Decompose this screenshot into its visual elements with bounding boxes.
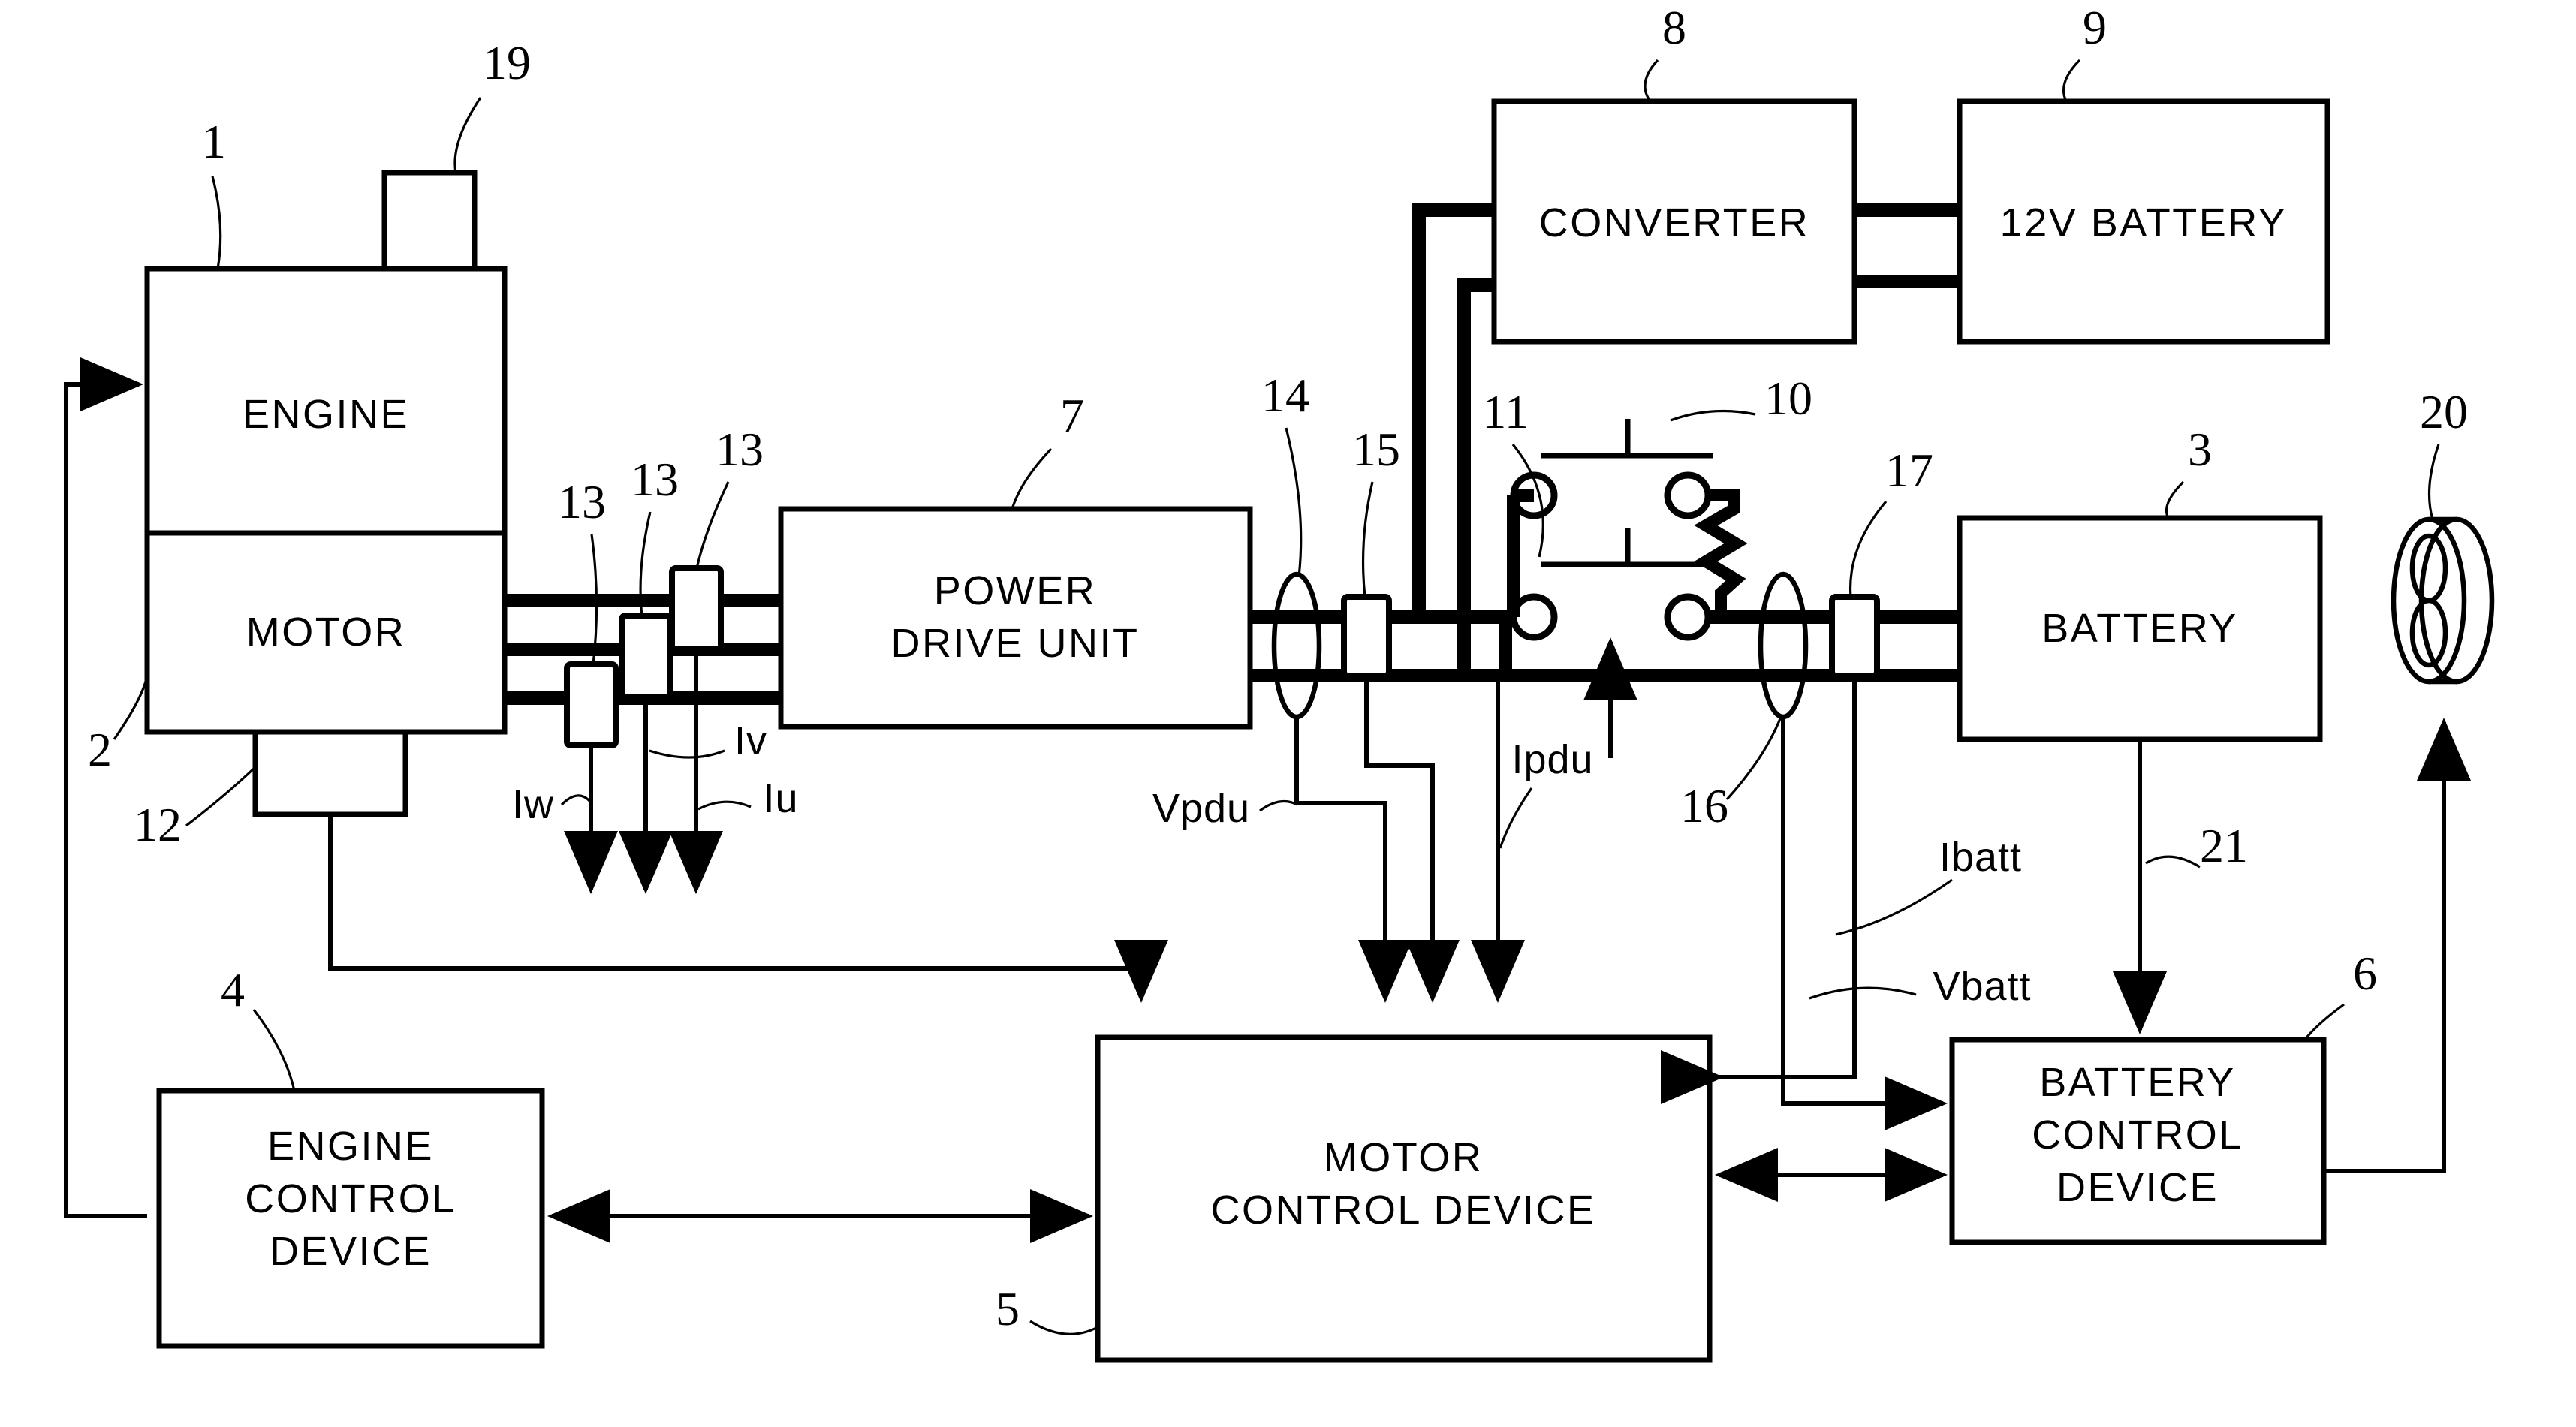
contact-terminal-upper-right	[1664, 471, 1712, 519]
label-vpdu: Vpdu	[1152, 786, 1250, 831]
ref-numeral-7: 7	[1060, 389, 1084, 442]
label-ipdu: Ipdu	[1511, 737, 1593, 782]
label-iw: Iw	[512, 782, 554, 827]
ref-numeral-20: 20	[2420, 385, 2468, 438]
ref-numeral-1: 1	[202, 115, 226, 168]
ref-numeral-4: 4	[221, 963, 245, 1016]
ibatt-signal-line	[1781, 717, 1948, 1130]
fan-drive-line	[2324, 718, 2471, 1173]
label-ibatt: Ibatt	[1939, 835, 2022, 880]
label-iv: Iv	[734, 718, 767, 763]
power-drive-unit-label-2: DRIVE UNIT	[890, 621, 1139, 666]
power-drive-unit-block	[778, 506, 1253, 730]
ref-numeral-16: 16	[1680, 779, 1728, 832]
label-vbatt: Vbatt	[1933, 964, 2031, 1009]
ref-numeral-3: 3	[2188, 423, 2212, 476]
motor-label: MOTOR	[246, 610, 406, 655]
contactor-assembly-10	[1507, 419, 1748, 641]
power-drive-unit-label-1: POWER	[934, 568, 1097, 613]
battery-voltage-sensor-17	[1829, 594, 1880, 679]
current-sensor-u-13	[669, 565, 724, 652]
current-sensor-w-13	[564, 661, 619, 748]
engine-speed-sensor-block	[381, 170, 478, 273]
engine-control-label-3: DEVICE	[270, 1229, 432, 1274]
battery-label: BATTERY	[2041, 606, 2238, 651]
current-sensor-v-13	[619, 613, 673, 700]
converter-feed-lines	[1412, 203, 1494, 676]
engine-control-label-2: CONTROL	[245, 1176, 456, 1221]
vbatt-signal-line	[1661, 676, 1857, 1104]
hybrid-vehicle-system-schematic: ENGINE MOTOR POWER DRIVE UNIT CONVERTER …	[64, 1, 2495, 1363]
ref-numeral-9: 9	[2083, 1, 2107, 54]
ref-numeral-15: 15	[1352, 423, 1400, 476]
contact-terminal-lower-right	[1664, 593, 1712, 641]
ref-numeral-13-u: 13	[716, 423, 764, 476]
pdu-current-sensor-14	[1271, 571, 1322, 720]
ref-numeral-10: 10	[1764, 372, 1812, 425]
battery-control-label-2: CONTROL	[2032, 1112, 2243, 1158]
ref-numeral-6: 6	[2353, 947, 2377, 1000]
battery-control-label-1: BATTERY	[2039, 1060, 2236, 1105]
converter-label: CONVERTER	[1539, 200, 1810, 245]
ref-numeral-19: 19	[483, 36, 531, 89]
ref-numeral-17: 17	[1885, 444, 1933, 497]
ref-numeral-5: 5	[996, 1282, 1020, 1335]
ref-numeral-14: 14	[1261, 369, 1309, 422]
engine-label: ENGINE	[243, 392, 409, 437]
ref-numeral-21: 21	[2200, 819, 2248, 872]
ref-numeral-11: 11	[1482, 385, 1529, 438]
label-iu: Iu	[763, 776, 798, 821]
battery-current-sensor-16	[1758, 571, 1809, 720]
ref-numeral-8: 8	[1662, 1, 1686, 54]
engine-control-label-1: ENGINE	[267, 1124, 434, 1169]
patent-figure-root: ENGINE MOTOR POWER DRIVE UNIT CONVERTER …	[0, 0, 2576, 1427]
resolver-signal-line	[328, 814, 1168, 1003]
pdu-voltage-sensor-15	[1341, 594, 1392, 679]
converter-to-12v-battery	[1854, 203, 1960, 288]
ref-numeral-13-v: 13	[631, 453, 679, 506]
cooling-fan-20	[2391, 516, 2495, 685]
battery-12v-label: 12V BATTERY	[2000, 200, 2288, 245]
resolver-block	[252, 729, 408, 817]
ref-numeral-13-w: 13	[558, 475, 606, 528]
ref-numeral-2: 2	[88, 723, 112, 776]
motor-control-label-1: MOTOR	[1324, 1135, 1484, 1180]
ref-numeral-12: 12	[134, 798, 182, 851]
pdu-sensor-signal-lines	[1294, 676, 1525, 1003]
battery-control-label-3: DEVICE	[2056, 1165, 2219, 1210]
motor-control-label-2: CONTROL DEVICE	[1210, 1188, 1595, 1233]
